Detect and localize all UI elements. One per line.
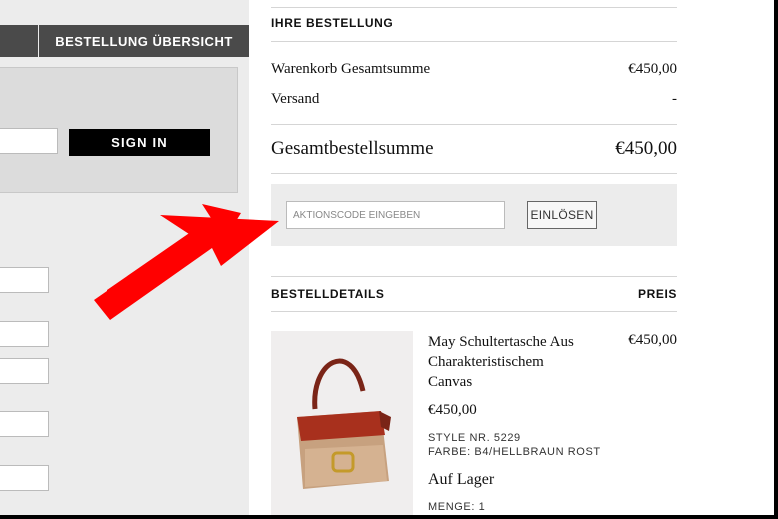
shipping-value: - (672, 91, 677, 107)
shipping-row: Versand - (271, 91, 677, 108)
shipping-label: Versand (271, 91, 320, 107)
redeem-button[interactable]: EINLÖSEN (527, 201, 597, 229)
login-box: SIGN IN (0, 67, 238, 193)
sign-in-button[interactable]: SIGN IN (69, 129, 210, 156)
tab-order-summary[interactable]: BESTELLUNG ÜBERSICHT (39, 25, 249, 57)
form-field[interactable] (0, 321, 49, 347)
stock-status: Auf Lager (428, 471, 495, 488)
divider (271, 276, 677, 277)
divider (271, 311, 677, 312)
product-image[interactable] (271, 331, 413, 515)
divider (271, 173, 677, 174)
login-input[interactable] (0, 128, 58, 154)
browser-viewport: BESTELLUNG ÜBERSICHT SIGN IN IHRE BESTEL… (0, 0, 774, 515)
product-color: FARBE: B4/HELLBRAUN ROST (428, 446, 601, 458)
product-quantity: MENGE: 1 (428, 501, 486, 513)
divider (271, 7, 677, 8)
cart-total-label: Warenkorb Gesamtsumme (271, 61, 431, 77)
promo-code-input[interactable] (286, 201, 505, 229)
order-summary-panel: IHRE BESTELLUNG Warenkorb Gesamtsumme €4… (249, 0, 774, 515)
form-field[interactable] (0, 465, 49, 491)
form-field[interactable] (0, 267, 49, 293)
product-style-number: STYLE NR. 5229 (428, 432, 521, 444)
product-price: €450,00 (428, 402, 477, 418)
order-section-title: IHRE BESTELLUNG (271, 16, 394, 30)
divider (271, 41, 677, 42)
price-column-header: PREIS (637, 287, 677, 301)
grand-total-label: Gesamtbestellsumme (271, 138, 434, 159)
grand-total-row: Gesamtbestellsumme €450,00 (271, 138, 677, 160)
form-field[interactable] (0, 358, 49, 384)
cart-total-row: Warenkorb Gesamtsumme €450,00 (271, 61, 677, 78)
cart-total-value: €450,00 (628, 61, 677, 77)
promo-code-area: EINLÖSEN (271, 184, 677, 246)
grand-total-value: €450,00 (615, 138, 677, 159)
shoulder-bag-icon (297, 358, 391, 489)
product-name[interactable]: May Schultertasche Aus Charakteristische… (428, 332, 598, 392)
form-field[interactable] (0, 411, 49, 437)
left-panel: BESTELLUNG ÜBERSICHT SIGN IN (0, 0, 249, 515)
product-line-price: €450,00 (628, 332, 677, 348)
order-details-title: BESTELLDETAILS (271, 287, 385, 301)
tab-previous-step[interactable] (0, 25, 38, 57)
divider (271, 124, 677, 125)
